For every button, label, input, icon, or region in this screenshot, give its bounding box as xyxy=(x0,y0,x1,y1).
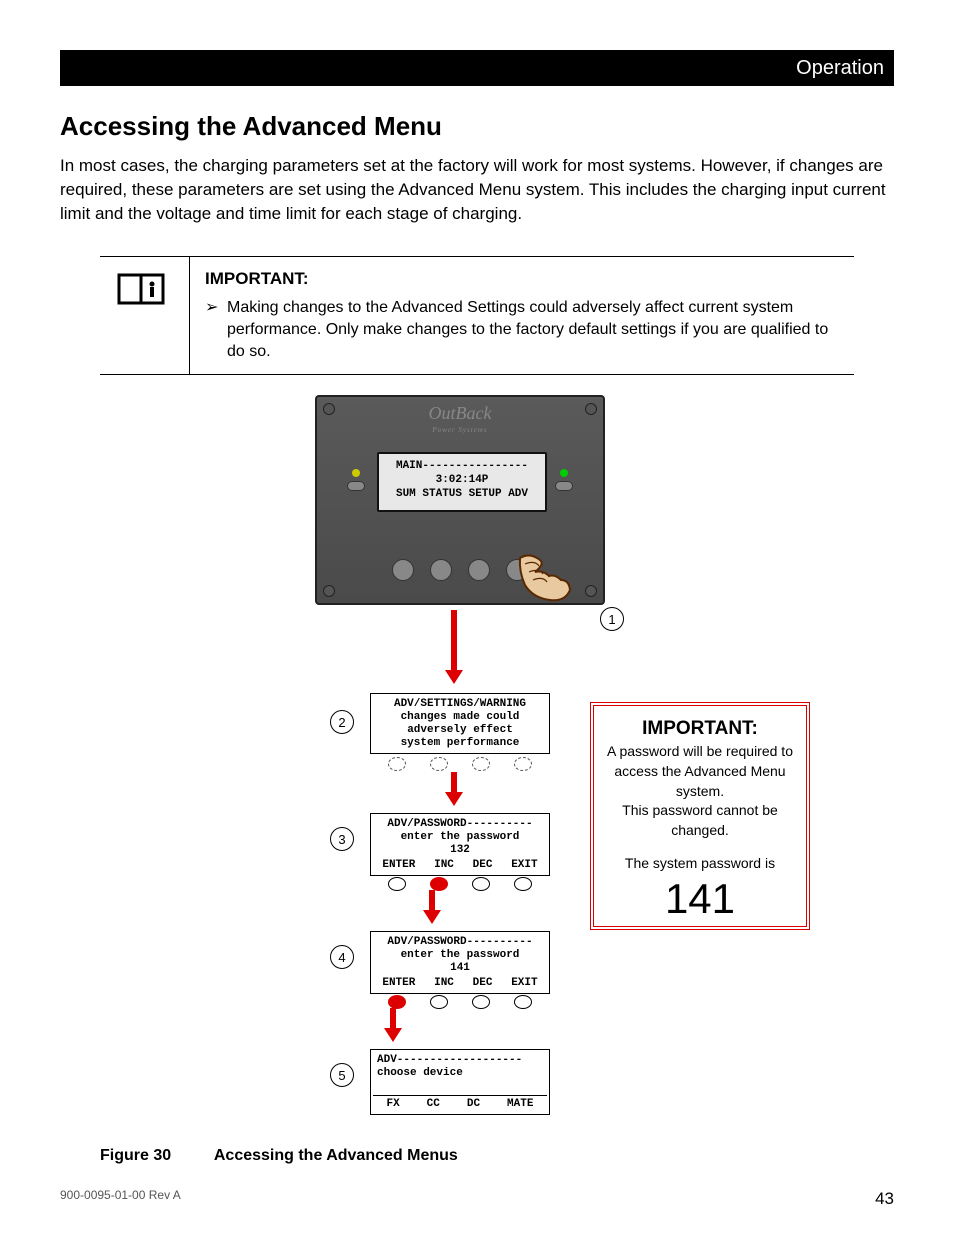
figure-number: Figure 30 xyxy=(100,1145,210,1167)
callout-heading: IMPORTANT: xyxy=(602,716,798,743)
callout-line: The system password is xyxy=(602,854,798,874)
lcd-line: changes made could xyxy=(373,711,547,724)
softkey-enter xyxy=(388,995,406,1009)
softkey-inc xyxy=(430,877,448,891)
softkey-label: MATE xyxy=(507,1098,533,1111)
callout-line: This password cannot be changed. xyxy=(602,801,798,840)
figure-title: Accessing the Advanced Menus xyxy=(214,1147,458,1164)
softkey-row xyxy=(370,871,550,891)
lcd-line: 132 xyxy=(373,844,547,857)
side-button-left xyxy=(347,481,365,491)
important-body: Making changes to the Advanced Settings … xyxy=(205,297,839,364)
step-1-label: 1 xyxy=(600,607,624,631)
lcd-line: MAIN---------------- xyxy=(381,459,543,473)
softkey xyxy=(430,559,452,581)
lcd-screen-5: ADV------------------- choose device FX … xyxy=(370,1049,550,1115)
arrow-down-icon xyxy=(447,610,461,684)
screw-icon xyxy=(323,403,335,415)
side-button-right xyxy=(555,481,573,491)
softkey-dec xyxy=(472,995,490,1009)
softkey-enter xyxy=(388,877,406,891)
softkey-row xyxy=(370,751,550,771)
lcd-line: enter the password xyxy=(373,831,547,844)
lcd-line: adversely effect xyxy=(373,724,547,737)
lcd-screen-3: ADV/PASSWORD---------- enter the passwor… xyxy=(370,813,550,876)
lcd-line: 141 xyxy=(373,962,547,975)
lcd-line: ADV/SETTINGS/WARNING xyxy=(373,698,547,711)
step-5-label: 5 xyxy=(330,1063,354,1087)
softkey-exit xyxy=(514,995,532,1009)
section-header: Operation xyxy=(60,50,894,86)
screw-icon xyxy=(323,585,335,597)
intro-paragraph: In most cases, the charging parameters s… xyxy=(60,154,894,225)
softkey xyxy=(472,757,490,771)
lcd-line: system performance xyxy=(373,737,547,750)
diagram: OutBack Power Systems MAIN--------------… xyxy=(60,395,894,1135)
device-logo: OutBack Power Systems xyxy=(317,397,603,436)
lcd-line: 3:02:14P xyxy=(381,473,543,487)
softkey xyxy=(468,559,490,581)
softkey-label: DC xyxy=(467,1098,480,1111)
screw-icon xyxy=(585,585,597,597)
status-led-right xyxy=(560,469,568,477)
softkey-inc xyxy=(430,995,448,1009)
important-heading: IMPORTANT: xyxy=(205,267,839,291)
arrow-down-icon xyxy=(386,1008,400,1042)
softkey-dec xyxy=(472,877,490,891)
lcd-line: choose device xyxy=(373,1067,547,1080)
lcd-screen-2: ADV/SETTINGS/WARNING changes made could … xyxy=(370,693,550,754)
page-title: Accessing the Advanced Menu xyxy=(60,108,894,144)
screw-icon xyxy=(585,403,597,415)
figure-caption: Figure 30 Accessing the Advanced Menus xyxy=(100,1145,894,1167)
password-callout: IMPORTANT: A password will be required t… xyxy=(590,702,810,930)
softkey-label: CC xyxy=(427,1098,440,1111)
softkey-exit xyxy=(514,877,532,891)
step-2-label: 2 xyxy=(330,710,354,734)
manual-icon xyxy=(100,257,190,374)
lcd-screen-4: ADV/PASSWORD---------- enter the passwor… xyxy=(370,931,550,994)
page-footer: 900-0095-01-00 Rev A 43 xyxy=(60,1187,894,1211)
device-lcd: MAIN---------------- 3:02:14P SUM STATUS… xyxy=(377,452,547,512)
softkey xyxy=(392,559,414,581)
step-3-label: 3 xyxy=(330,827,354,851)
softkey xyxy=(430,757,448,771)
arrow-down-icon xyxy=(447,772,461,806)
softkey xyxy=(514,757,532,771)
softkey-row xyxy=(370,989,550,1009)
softkey-label: FX xyxy=(386,1098,399,1111)
doc-number: 900-0095-01-00 Rev A xyxy=(60,1187,181,1211)
status-led-left xyxy=(352,469,360,477)
lcd-line: SUM STATUS SETUP ADV xyxy=(381,487,543,501)
lcd-line: ADV------------------- xyxy=(373,1054,547,1067)
lcd-line: ADV/PASSWORD---------- xyxy=(373,818,547,831)
softkey xyxy=(388,757,406,771)
page-number: 43 xyxy=(875,1187,894,1211)
lcd-line: ADV/PASSWORD---------- xyxy=(373,936,547,949)
pointing-hand-icon xyxy=(515,550,575,605)
important-callout: IMPORTANT: Making changes to the Advance… xyxy=(100,256,854,375)
arrow-down-icon xyxy=(425,890,439,924)
step-4-label: 4 xyxy=(330,945,354,969)
lcd-line: enter the password xyxy=(373,949,547,962)
callout-line: A password will be required to access th… xyxy=(602,742,798,801)
system-password: 141 xyxy=(602,878,798,920)
